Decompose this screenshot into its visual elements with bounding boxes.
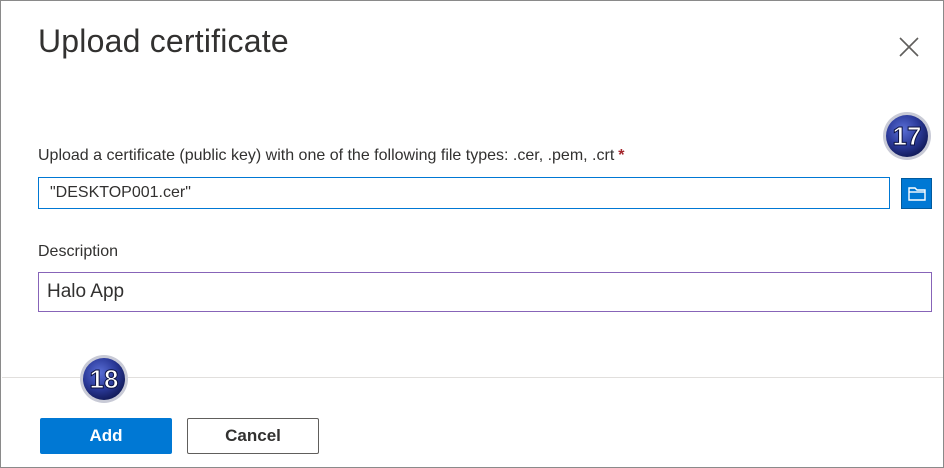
add-button[interactable]: Add	[40, 418, 172, 454]
description-value: Halo App	[47, 281, 125, 302]
close-button[interactable]	[897, 35, 921, 59]
description-label: Description	[38, 243, 119, 260]
panel-title: Upload certificate	[38, 23, 289, 59]
description-input[interactable]: Halo App	[38, 272, 932, 312]
cancel-button[interactable]: Cancel	[187, 418, 319, 454]
close-icon	[899, 37, 919, 57]
upload-certificate-panel: Upload certificate 17 Upload a certifica…	[0, 0, 944, 468]
certificate-file-value: "DESKTOP001.cer"	[50, 184, 191, 201]
browse-file-button[interactable]	[901, 178, 932, 209]
required-marker: *	[618, 147, 625, 164]
certificate-file-label-text: Upload a certificate (public key) with o…	[38, 147, 615, 164]
footer-divider	[2, 377, 943, 378]
step-callout-number: 18	[90, 364, 119, 394]
certificate-file-label: Upload a certificate (public key) with o…	[38, 147, 625, 165]
step-callout-badge: 17	[881, 110, 933, 162]
step-callout-number: 17	[893, 121, 922, 151]
certificate-file-input[interactable]: "DESKTOP001.cer"	[38, 177, 890, 209]
folder-icon	[907, 186, 926, 201]
step-callout-badge: 18	[78, 353, 130, 405]
